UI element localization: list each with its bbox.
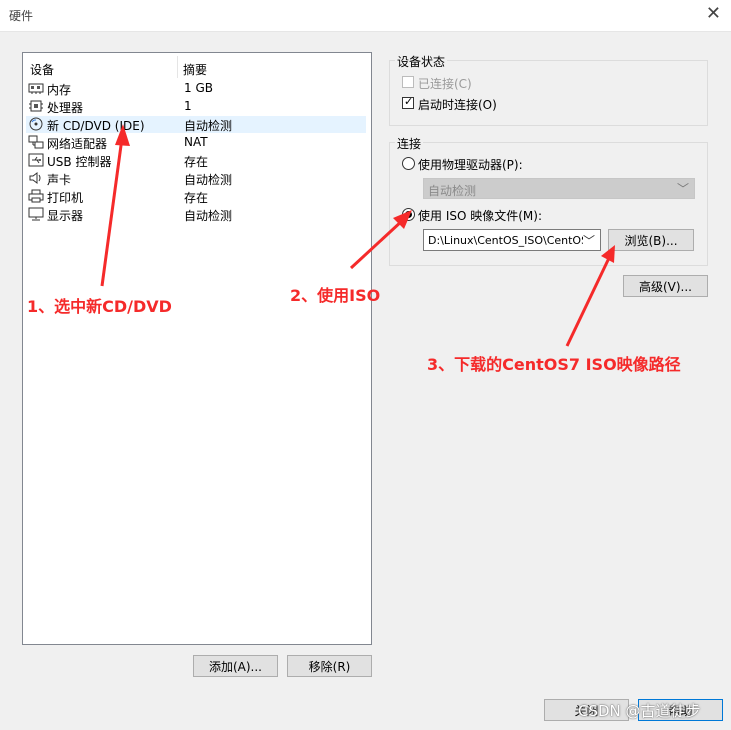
annotation-step1: 1、选中新CD/DVD bbox=[27, 297, 172, 316]
annotation-step2: 2、使用ISO bbox=[290, 286, 381, 305]
watermark: CSDN @古道徒步 bbox=[578, 702, 701, 720]
annotation-step3: 3、下载的CentOS7 ISO映像路径 bbox=[427, 355, 681, 374]
